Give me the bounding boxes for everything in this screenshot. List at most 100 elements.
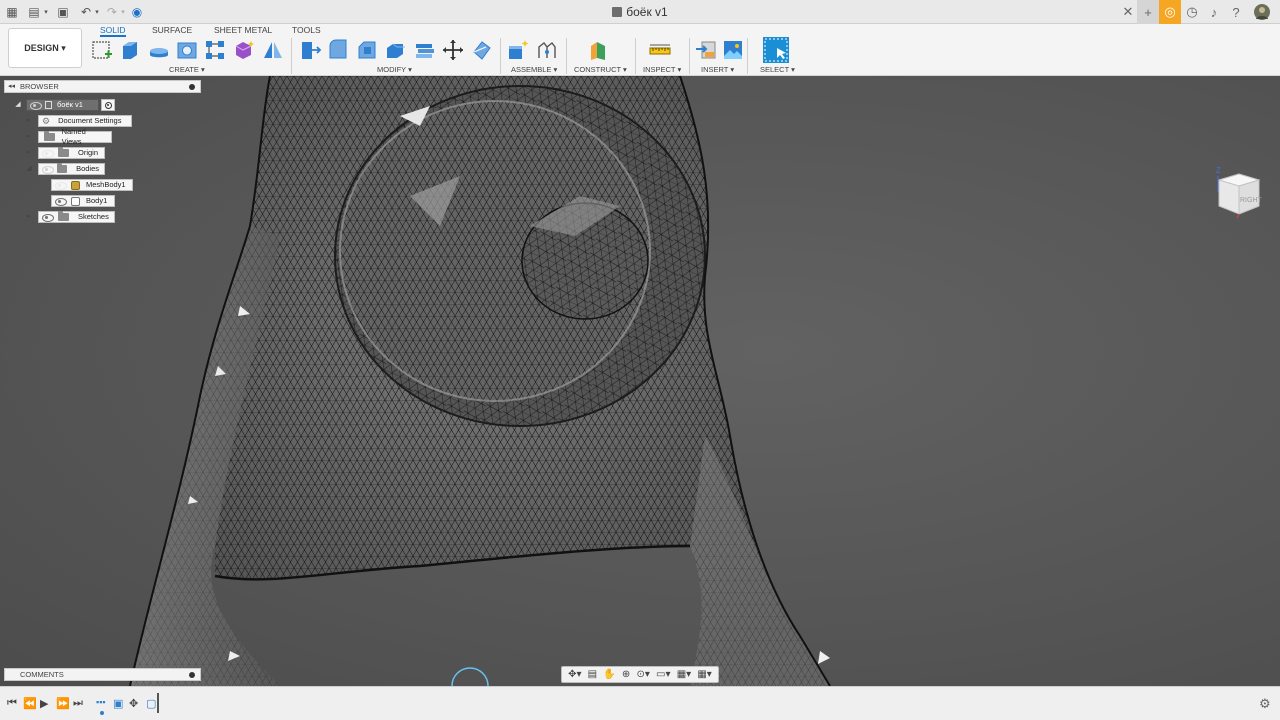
view-cube[interactable]: RIGHT Z <box>1213 162 1263 222</box>
browser-item-bodies[interactable]: Bodies <box>38 163 105 175</box>
zoom-icon[interactable]: ⊕ <box>622 668 630 682</box>
document-cube-icon <box>612 7 623 17</box>
view-cube-z-axis: Z <box>1216 166 1221 175</box>
insert-group-label[interactable]: INSERT ▾ <box>701 65 734 74</box>
timeline-first-icon[interactable]: ⏮ <box>7 697 17 710</box>
folder-icon <box>58 211 69 221</box>
browser-item-origin[interactable]: Origin <box>38 147 105 159</box>
split-face-icon[interactable] <box>470 38 494 62</box>
workspace-switcher-button[interactable]: DESIGN ▾ <box>8 28 82 68</box>
timeline-feature-move-icon[interactable]: ✥ <box>129 697 138 710</box>
timeline-settings-gear-icon[interactable]: ⚙ <box>1259 696 1271 712</box>
timeline-last-icon[interactable]: ⏭ <box>73 697 83 710</box>
timeline-previous-icon[interactable]: ⏪ <box>23 697 37 710</box>
combine-icon[interactable] <box>413 38 437 62</box>
select-tool-icon[interactable] <box>763 37 789 63</box>
fillet-icon[interactable] <box>326 38 350 62</box>
expand-document-settings-icon[interactable]: ▸ <box>25 116 33 126</box>
visibility-eye-icon[interactable] <box>41 149 54 158</box>
measure-icon[interactable] <box>648 38 672 62</box>
expand-sketches-icon[interactable]: ▸ <box>25 212 33 222</box>
mirror-icon[interactable] <box>261 38 285 62</box>
press-pull-icon[interactable] <box>298 38 322 62</box>
job-status-icon[interactable]: ◎ <box>1159 0 1181 24</box>
mesh-model[interactable] <box>0 76 1280 686</box>
visibility-eye-icon[interactable] <box>41 165 54 174</box>
select-group-label[interactable]: SELECT ▾ <box>760 65 795 74</box>
orbit-icon[interactable]: ✥▾ <box>568 668 581 682</box>
visibility-eye-icon[interactable] <box>54 181 67 190</box>
joint-icon[interactable] <box>535 38 559 62</box>
expand-root-icon[interactable]: ◢ <box>14 100 22 110</box>
insert-derive-icon[interactable] <box>694 38 718 62</box>
modify-group-label[interactable]: MODIFY ▾ <box>377 65 412 74</box>
folder-icon <box>56 163 68 173</box>
grid-settings-icon[interactable]: ▦▾ <box>677 668 691 682</box>
browser-item-named-views[interactable]: Named Views <box>38 127 112 146</box>
collapse-bodies-icon[interactable]: ◢ <box>25 164 33 174</box>
timeline-bar: ⏮ ⏪ ▶ ⏩ ⏭ ▪▪▪ ▣ ✥ ▢ ⚙ <box>0 686 1280 720</box>
extrude-icon[interactable] <box>118 38 142 62</box>
expand-origin-icon[interactable]: ▸ <box>25 148 33 158</box>
tab-solid[interactable]: SOLID <box>100 24 126 37</box>
browser-panel-header[interactable]: ◂◂ BROWSER <box>4 80 201 93</box>
create-sketch-icon[interactable] <box>90 38 114 62</box>
new-tab-icon[interactable]: + <box>1137 0 1159 24</box>
tab-sheet-metal[interactable]: SHEET METAL <box>214 24 272 37</box>
tab-surface[interactable]: SURFACE <box>152 24 192 37</box>
viewports-icon[interactable]: ▦▾ <box>697 668 711 682</box>
view-cube-face-label: RIGHT <box>1240 197 1263 204</box>
shell-icon[interactable] <box>384 38 408 62</box>
inspect-group-label[interactable]: INSPECT ▾ <box>643 65 681 74</box>
timeline-feature-group-icon[interactable]: ▪▪▪ <box>96 697 106 707</box>
assemble-group-label[interactable]: ASSEMBLE ▾ <box>511 65 557 74</box>
visibility-eye-icon[interactable] <box>41 213 54 222</box>
collapse-browser-icon[interactable]: ◂◂ <box>8 81 15 92</box>
offset-plane-icon[interactable] <box>587 38 611 62</box>
help-icon[interactable]: ? <box>1225 0 1247 24</box>
pattern-icon[interactable] <box>203 38 227 62</box>
comments-pin-icon[interactable] <box>189 672 195 678</box>
move-copy-icon[interactable] <box>441 38 465 62</box>
canvas-viewport[interactable]: RIGHT Z <box>0 76 1280 686</box>
hole-icon[interactable] <box>175 38 199 62</box>
new-component-icon[interactable] <box>506 38 530 62</box>
visibility-eye-icon[interactable] <box>54 197 67 206</box>
activate-component-button[interactable] <box>101 99 115 111</box>
document-title: боёк v1 <box>0 5 1280 19</box>
visibility-eye-icon[interactable] <box>29 101 42 110</box>
create-form-icon[interactable] <box>232 38 256 62</box>
insert-canvas-icon[interactable] <box>721 38 745 62</box>
browser-item-document-settings[interactable]: ⚙ Document Settings <box>38 115 132 127</box>
create-group-label[interactable]: CREATE ▾ <box>169 65 205 74</box>
browser-item-meshbody1[interactable]: MeshBody1 <box>51 179 133 191</box>
timeline-feature-sketch-icon[interactable]: ▢ <box>146 697 156 710</box>
mesh-facet-highlight <box>818 651 830 664</box>
fit-zoom-icon[interactable]: ⊙▾ <box>636 668 649 682</box>
user-avatar[interactable] <box>1251 0 1273 24</box>
document-icon <box>45 101 52 109</box>
orbit-pivot-indicator <box>451 667 489 686</box>
close-tab-icon[interactable]: ✕ <box>1117 0 1139 24</box>
notification-bell-icon[interactable]: ♪ <box>1203 0 1225 24</box>
browser-pin-icon[interactable] <box>189 84 195 90</box>
chamfer-icon[interactable] <box>355 38 379 62</box>
tab-tools[interactable]: TOOLS <box>292 24 321 37</box>
look-at-icon[interactable]: ▤ <box>588 668 597 682</box>
ribbon-separator <box>291 38 292 74</box>
browser-item-sketches[interactable]: Sketches <box>38 211 115 223</box>
browser-item-root[interactable]: боёк v1 <box>26 99 99 111</box>
pan-hand-icon[interactable]: ✋ <box>603 668 615 682</box>
timeline-next-icon[interactable]: ⏩ <box>56 697 70 710</box>
clock-icon[interactable]: ◷ <box>1181 0 1203 24</box>
comments-panel-header[interactable]: COMMENTS <box>4 668 201 681</box>
timeline-marker[interactable] <box>157 693 159 713</box>
expand-named-views-icon[interactable]: ▸ <box>25 132 33 142</box>
timeline-position-dot <box>100 711 104 715</box>
display-settings-icon[interactable]: ▭▾ <box>656 668 670 682</box>
revolve-icon[interactable] <box>147 38 171 62</box>
timeline-feature-body-icon[interactable]: ▣ <box>113 697 123 710</box>
browser-item-body1[interactable]: Body1 <box>51 195 115 207</box>
construct-group-label[interactable]: CONSTRUCT ▾ <box>574 65 627 74</box>
timeline-play-icon[interactable]: ▶ <box>40 697 48 710</box>
